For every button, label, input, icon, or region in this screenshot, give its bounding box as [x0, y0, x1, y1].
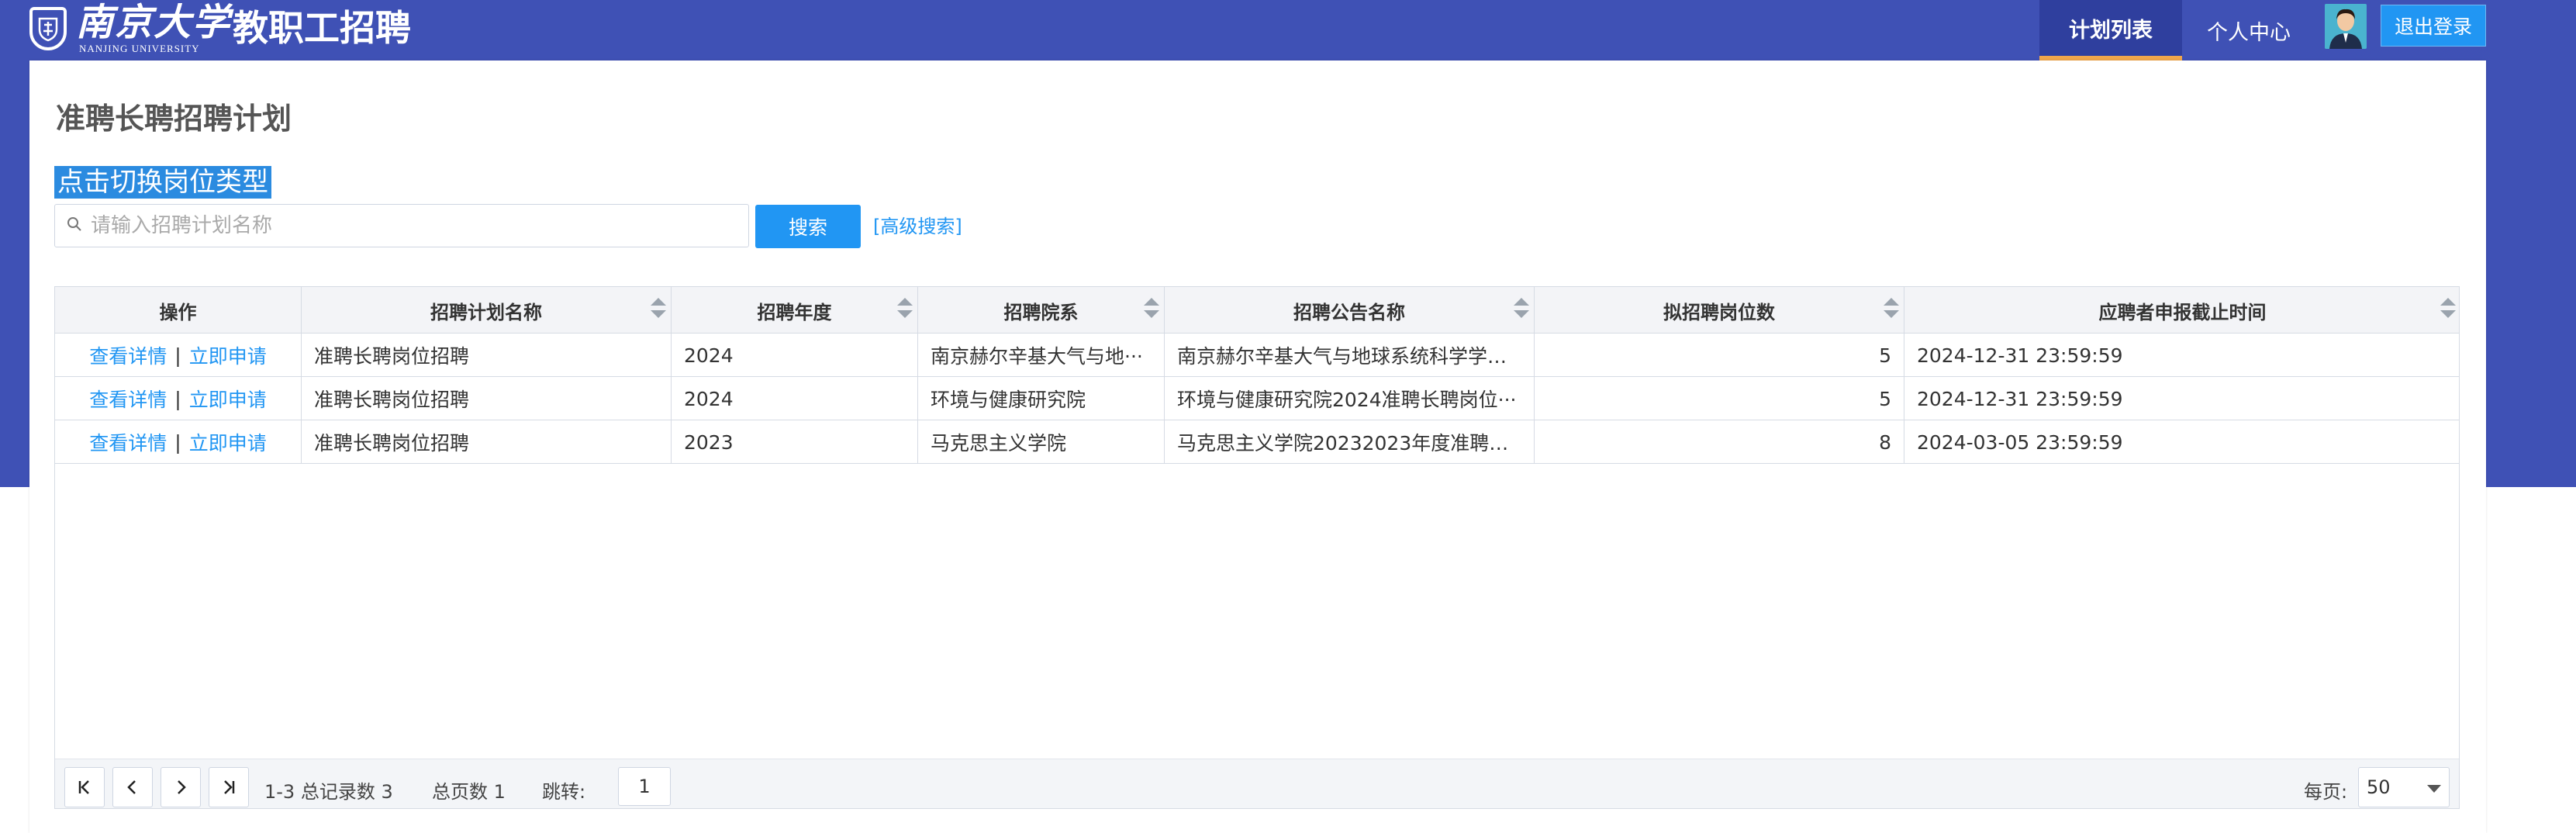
- table-row: 查看详情 | 立即申请 准聘长聘岗位招聘 2023 马克思主义学院 马克思主义学…: [55, 420, 2459, 464]
- cell-position-count: 8: [1535, 420, 1904, 464]
- page-size-label: 每页:: [2304, 781, 2348, 803]
- sort-icon[interactable]: [897, 298, 913, 323]
- recruitment-plan-table: 操作 招聘计划名称 招聘年度 招聘院系 招聘公告名称 拟招聘岗位数 应聘者申报截…: [54, 286, 2460, 809]
- cell-department: 马克思主义学院: [918, 420, 1165, 464]
- cell-position-count: 5: [1535, 377, 1904, 420]
- row-actions: 查看详情 | 立即申请: [55, 420, 302, 464]
- table-header: 操作 招聘计划名称 招聘年度 招聘院系 招聘公告名称 拟招聘岗位数 应聘者申报截…: [55, 287, 2459, 334]
- sort-icon[interactable]: [1514, 298, 1529, 323]
- table-row: 查看详情 | 立即申请 准聘长聘岗位招聘 2024 南京赫尔辛基大气与地··· …: [55, 334, 2459, 377]
- cell-notice-name: 南京赫尔辛基大气与地球系统科学学院···: [1165, 334, 1535, 377]
- logo-english-name: NANJING UNIVERSITY: [79, 43, 200, 54]
- advanced-search-link[interactable]: [高级搜索]: [873, 211, 962, 238]
- cell-position-count: 5: [1535, 334, 1904, 377]
- apply-now-link[interactable]: 立即申请: [189, 428, 267, 456]
- view-details-link[interactable]: 查看详情: [89, 385, 167, 413]
- jump-label: 跳转:: [542, 781, 586, 803]
- search-input[interactable]: [91, 214, 727, 237]
- column-header-department[interactable]: 招聘院系: [918, 287, 1165, 334]
- row-actions: 查看详情 | 立即申请: [55, 377, 302, 420]
- total-pages: 总页数 1: [432, 781, 506, 803]
- cell-plan-name: 准聘长聘岗位招聘: [302, 334, 672, 377]
- cell-deadline: 2024-03-05 23:59:59: [1917, 430, 2123, 454]
- nav-plan-list[interactable]: 计划列表: [2039, 0, 2182, 60]
- cell-deadline: 2024-12-31 23:59:59: [1917, 387, 2123, 410]
- user-avatar[interactable]: [2325, 4, 2367, 49]
- column-header-deadline[interactable]: 应聘者申报截止时间: [1904, 287, 2460, 334]
- pagination-bar: 1-3 总记录数 3 总页数 1 跳转: 1 每页: 50: [55, 759, 2459, 808]
- sort-icon[interactable]: [1144, 298, 1159, 323]
- column-header-position-count[interactable]: 拟招聘岗位数: [1535, 287, 1904, 334]
- nav-personal-center[interactable]: 个人中心: [2187, 0, 2311, 60]
- row-actions: 查看详情 | 立即申请: [55, 334, 302, 377]
- cell-notice-name: 马克思主义学院20232023年度准聘长···: [1165, 420, 1535, 464]
- cell-department: 环境与健康研究院: [918, 377, 1165, 420]
- page-size-select[interactable]: 50: [2358, 767, 2450, 807]
- first-page-icon[interactable]: [64, 767, 105, 807]
- cell-plan-name: 准聘长聘岗位招聘: [302, 420, 672, 464]
- cell-department: 南京赫尔辛基大气与地···: [918, 334, 1165, 377]
- column-header-year[interactable]: 招聘年度: [672, 287, 918, 334]
- logout-button[interactable]: 退出登录: [2381, 5, 2486, 47]
- view-details-link[interactable]: 查看详情: [89, 428, 167, 456]
- cell-deadline: 2024-12-31 23:59:59: [1917, 344, 2123, 367]
- logo-chinese-name: 南京大学: [76, 1, 232, 44]
- record-range: 1-3 总记录数 3: [264, 781, 393, 803]
- column-header-actions: 操作: [55, 287, 302, 334]
- top-bar: 南京大学 NANJING UNIVERSITY 教职工招聘 计划列表 个人中心 …: [0, 0, 2576, 60]
- cell-plan-name: 准聘长聘岗位招聘: [302, 377, 672, 420]
- university-logo[interactable]: 南京大学 NANJING UNIVERSITY: [29, 0, 231, 57]
- switch-post-type-link[interactable]: 点击切换岗位类型: [54, 166, 271, 199]
- column-header-notice-name[interactable]: 招聘公告名称: [1165, 287, 1535, 334]
- sort-icon[interactable]: [1884, 298, 1899, 323]
- cell-year: 2023: [672, 420, 918, 464]
- column-header-plan-name[interactable]: 招聘计划名称: [302, 287, 672, 334]
- last-page-icon[interactable]: [209, 767, 249, 807]
- app-title: 教职工招聘: [233, 7, 411, 49]
- main-panel: 准聘长聘招聘计划 点击切换岗位类型 搜索 [高级搜索] 操作 招聘计划名称 招聘…: [29, 60, 2486, 833]
- university-seal-icon: [29, 7, 67, 50]
- cell-year: 2024: [672, 334, 918, 377]
- page-title: 准聘长聘招聘计划: [56, 102, 292, 136]
- sort-icon[interactable]: [2440, 298, 2456, 323]
- chevron-down-icon: [2427, 785, 2441, 793]
- cell-year: 2024: [672, 377, 918, 420]
- search-icon: [66, 216, 83, 236]
- table-row: 查看详情 | 立即申请 准聘长聘岗位招聘 2024 环境与健康研究院 环境与健康…: [55, 377, 2459, 420]
- jump-page-input[interactable]: 1: [618, 767, 671, 806]
- view-details-link[interactable]: 查看详情: [89, 341, 167, 369]
- apply-now-link[interactable]: 立即申请: [189, 341, 267, 369]
- prev-page-icon[interactable]: [112, 767, 153, 807]
- search-button[interactable]: 搜索: [755, 205, 861, 248]
- next-page-icon[interactable]: [161, 767, 201, 807]
- sort-icon[interactable]: [651, 298, 666, 323]
- cell-notice-name: 环境与健康研究院2024准聘长聘岗位···: [1165, 377, 1535, 420]
- search-field[interactable]: [54, 204, 749, 247]
- apply-now-link[interactable]: 立即申请: [189, 385, 267, 413]
